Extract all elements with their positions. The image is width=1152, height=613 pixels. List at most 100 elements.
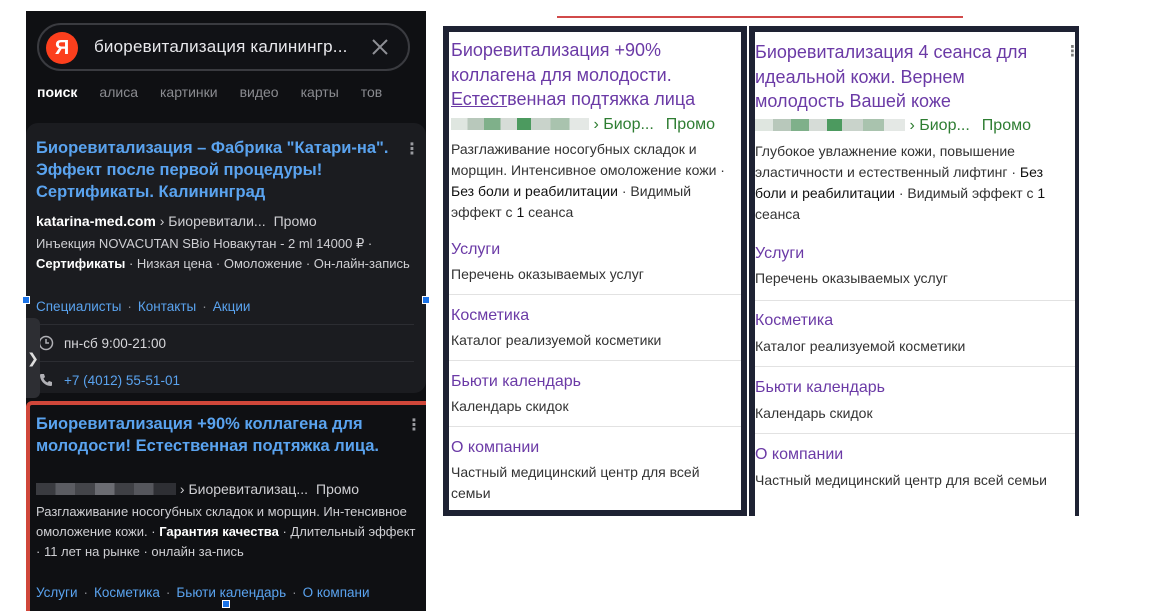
kebab-menu-icon[interactable]: ⋮ bbox=[1065, 42, 1075, 60]
sitelink-beauty-calendar[interactable]: Бьюти календарь bbox=[755, 379, 885, 397]
desc-text: Разглаживание носогубных складок и морщи… bbox=[451, 141, 725, 178]
resize-handle[interactable] bbox=[22, 296, 30, 304]
ad-preview-variant-b: Биоревитализация 4 сеанса для идеальной … bbox=[749, 26, 1079, 516]
sitelink-desc: Перечень оказываемых услуг bbox=[451, 266, 644, 282]
separator: · bbox=[202, 299, 207, 314]
clock-icon bbox=[38, 335, 54, 351]
result-path: › Биоревитали... bbox=[155, 213, 266, 229]
hours-row: пн-сб 9:00-21:00 bbox=[38, 335, 166, 351]
ad-description: Глубокое увлажнение кожи, повышение элас… bbox=[755, 141, 1075, 225]
sitelinks: Услуги · Косметика · Бьюти календарь · О компа… bbox=[36, 585, 370, 600]
separator: · bbox=[127, 299, 132, 314]
title-part: Естест bbox=[451, 89, 508, 109]
promo-label: Промо bbox=[316, 481, 360, 497]
search-result-katarina: Биоревитализация – Фабрика "Катари-на". … bbox=[26, 123, 426, 398]
divider bbox=[755, 366, 1075, 367]
ad-description: Разглаживание носогубных складок и морщи… bbox=[451, 139, 736, 223]
divider bbox=[36, 324, 414, 325]
promo-label: Промо bbox=[665, 116, 715, 133]
promo-label: Промо bbox=[273, 213, 317, 229]
result-description: Разглаживание носогубных складок и морщи… bbox=[36, 502, 416, 562]
working-hours: пн-сб 9:00-21:00 bbox=[64, 336, 167, 351]
result-description: Инъекция NOVACUTAN SBio Новакутан - 2 ml… bbox=[36, 234, 414, 274]
resize-handle[interactable] bbox=[422, 296, 430, 304]
title-part: венная bbox=[507, 89, 567, 109]
divider bbox=[449, 426, 741, 427]
sitelink-services[interactable]: Услуги bbox=[755, 245, 804, 263]
phone-number[interactable]: +7 (4012) 55-51-01 bbox=[64, 373, 180, 388]
desc-bold: 1 bbox=[1037, 185, 1046, 201]
sitelink-desc: Перечень оказываемых услуг bbox=[755, 270, 948, 286]
tab-goods[interactable]: тов bbox=[361, 84, 382, 100]
ad-title[interactable]: Биоревитализация 4 сеанса для идеальной … bbox=[755, 40, 1055, 114]
chevron-right-icon[interactable]: ❯ bbox=[26, 318, 40, 398]
result-title[interactable]: Биоревитализация +90% коллагена для моло… bbox=[36, 413, 416, 457]
search-tabs: поиск алиса картинки видео карты тов bbox=[37, 84, 404, 100]
tab-images[interactable]: картинки bbox=[160, 84, 218, 100]
sitelink-promotions[interactable]: Акции bbox=[213, 299, 251, 314]
desc-text: · Видимый эффект с bbox=[894, 185, 1038, 201]
sitelink-cosmetics[interactable]: Косметика bbox=[94, 585, 160, 600]
sitelink-about[interactable]: О компании bbox=[755, 446, 843, 464]
separator: · bbox=[292, 585, 297, 600]
ad-url[interactable]: › Биор... Промо bbox=[755, 117, 1031, 135]
result-path: › Биоревитализац... bbox=[176, 481, 308, 497]
title-part: Биоревитализация +90% коллагена для моло… bbox=[451, 40, 672, 85]
tab-search[interactable]: поиск bbox=[37, 84, 77, 100]
phone-row[interactable]: +7 (4012) 55-51-01 bbox=[38, 372, 180, 388]
sitelink-services[interactable]: Услуги bbox=[36, 585, 78, 600]
kebab-menu-icon[interactable]: ⋮ bbox=[404, 139, 420, 159]
separator: · bbox=[165, 585, 171, 600]
promo-label: Промо bbox=[981, 117, 1031, 134]
divider bbox=[449, 294, 741, 295]
phone-icon bbox=[40, 374, 52, 386]
search-bar[interactable]: Я биоревитализация калинингр... bbox=[37, 23, 410, 71]
sitelink-about[interactable]: О компании bbox=[451, 439, 539, 457]
ad-title[interactable]: Биоревитализация +90% коллагена для моло… bbox=[451, 38, 721, 112]
sitelink-desc: Частный медицинский центр для всей семьи bbox=[451, 464, 700, 501]
divider bbox=[755, 300, 1075, 301]
ad-preview-variant-a: Биоревитализация +90% коллагена для моло… bbox=[443, 26, 747, 516]
tab-alice[interactable]: алиса bbox=[99, 84, 138, 100]
desc-text: · Низкая цена · Омоложение · Он-лайн-зап… bbox=[125, 256, 410, 271]
desc-bold: Без боли и реабилитации bbox=[451, 183, 618, 199]
sitelink-desc: Календарь скидок bbox=[755, 405, 873, 421]
yandex-logo-icon: Я bbox=[46, 32, 78, 64]
sitelink-beauty-calendar[interactable]: Бьюти календарь bbox=[176, 585, 286, 600]
close-icon[interactable] bbox=[368, 35, 392, 59]
sitelink-contacts[interactable]: Контакты bbox=[138, 299, 196, 314]
divider bbox=[449, 360, 741, 361]
sitelink-services[interactable]: Услуги bbox=[451, 241, 500, 259]
ad-path: › Биор... bbox=[593, 116, 654, 133]
kebab-menu-icon[interactable]: ⋮ bbox=[406, 415, 422, 435]
mobile-search-screenshot: Я биоревитализация калинингр... поиск али… bbox=[26, 11, 426, 611]
separator: · bbox=[83, 585, 89, 600]
resize-handle[interactable] bbox=[222, 600, 230, 608]
blurred-domain bbox=[451, 118, 589, 130]
blurred-domain bbox=[36, 483, 176, 495]
sitelink-cosmetics[interactable]: Косметика bbox=[755, 312, 833, 330]
blurred-domain bbox=[755, 119, 905, 131]
desc-text: сеанса bbox=[755, 206, 801, 222]
search-result-highlighted: Биоревитализация +90% коллагена для моло… bbox=[26, 401, 426, 611]
sitelink-cosmetics[interactable]: Косметика bbox=[451, 307, 529, 325]
sitelink-beauty-calendar[interactable]: Бьюти календарь bbox=[451, 373, 581, 391]
sitelink-desc: Каталог реализуемой косметики bbox=[451, 332, 662, 348]
result-url[interactable]: › Биоревитализац... Промо bbox=[36, 481, 359, 497]
sitelink-about[interactable]: О компани bbox=[303, 585, 370, 600]
sitelink-desc: Частный медицинский центр для всей семьи bbox=[755, 472, 1047, 488]
result-url[interactable]: katarina-med.com › Биоревитали... Промо bbox=[36, 213, 317, 229]
sitelink-desc: Календарь скидок bbox=[451, 398, 569, 414]
desc-bold: Сертификаты bbox=[36, 256, 126, 271]
search-query[interactable]: биоревитализация калинингр... bbox=[94, 37, 348, 57]
result-title[interactable]: Биоревитализация – Фабрика "Катари-на". … bbox=[36, 137, 404, 203]
tab-maps[interactable]: карты bbox=[301, 84, 339, 100]
sitelink-specialists[interactable]: Специалисты bbox=[36, 299, 121, 314]
sitelinks: Специалисты · Контакты · Акции bbox=[36, 299, 250, 314]
ad-url[interactable]: › Биор... Промо bbox=[451, 116, 715, 134]
title-part: подтяжка лица bbox=[566, 89, 696, 109]
desc-text: сеанса bbox=[524, 204, 574, 220]
kebab-menu-icon[interactable]: ⋮ bbox=[735, 40, 741, 58]
ad-path: › Биор... bbox=[909, 117, 970, 134]
tab-video[interactable]: видео bbox=[240, 84, 279, 100]
